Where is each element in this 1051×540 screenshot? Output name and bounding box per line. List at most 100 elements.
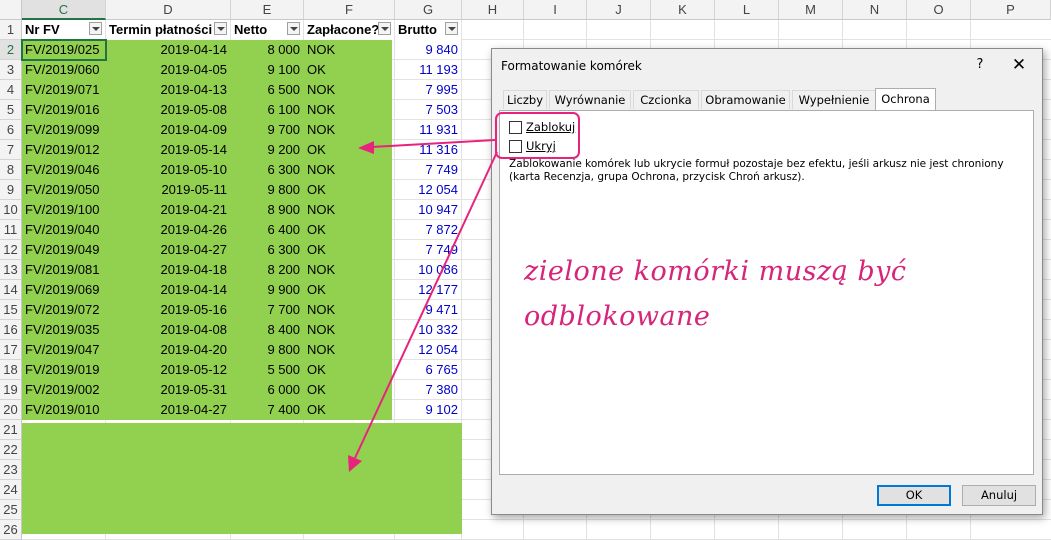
row-header-14[interactable]: 14	[0, 280, 22, 300]
cell-brutto[interactable]: 7 872	[395, 220, 462, 240]
cell-zaplacone[interactable]: OK	[304, 380, 395, 400]
filter-dropdown-icon[interactable]	[89, 22, 102, 35]
tab-wyrownanie[interactable]: Wyrównanie	[549, 90, 631, 109]
cell-termin[interactable]: 2019-04-18	[106, 260, 231, 280]
row-header-1[interactable]: 1	[0, 20, 22, 40]
tab-obramowanie[interactable]: Obramowanie	[701, 90, 790, 109]
cell-termin[interactable]: 2019-04-14	[106, 40, 231, 60]
cell-netto[interactable]: 9 100	[231, 60, 304, 80]
row-header-11[interactable]: 11	[0, 220, 22, 240]
cell-zaplacone[interactable]: NOK	[304, 260, 395, 280]
cell-termin[interactable]: 2019-05-14	[106, 140, 231, 160]
cell-netto[interactable]: 5 500	[231, 360, 304, 380]
cell-zaplacone[interactable]: OK	[304, 400, 395, 420]
row-header-19[interactable]: 19	[0, 380, 22, 400]
header-termin[interactable]: Termin płatności	[106, 20, 231, 40]
help-button[interactable]: ?	[970, 55, 990, 75]
row-header-2[interactable]: 2	[0, 40, 22, 60]
cell-brutto[interactable]: 9 840	[395, 40, 462, 60]
cell-brutto[interactable]: 12 177	[395, 280, 462, 300]
cell-brutto[interactable]: 6 765	[395, 360, 462, 380]
cell-nr-fv[interactable]: FV/2019/019	[22, 360, 106, 380]
row-header-17[interactable]: 17	[0, 340, 22, 360]
column-header-i[interactable]: I	[524, 0, 587, 20]
cell-termin[interactable]: 2019-05-31	[106, 380, 231, 400]
column-header-c[interactable]: C	[22, 0, 106, 20]
row-header-8[interactable]: 8	[0, 160, 22, 180]
cell-termin[interactable]: 2019-04-13	[106, 80, 231, 100]
select-all-corner[interactable]	[0, 0, 22, 20]
row-header-18[interactable]: 18	[0, 360, 22, 380]
cell-nr-fv[interactable]: FV/2019/010	[22, 400, 106, 420]
cell-nr-fv[interactable]: FV/2019/035	[22, 320, 106, 340]
row-header-22[interactable]: 22	[0, 440, 22, 460]
cell-netto[interactable]: 6 000	[231, 380, 304, 400]
header-zaplacone[interactable]: Zapłacone?	[304, 20, 395, 40]
cell-termin[interactable]: 2019-05-08	[106, 100, 231, 120]
column-header-d[interactable]: D	[106, 0, 231, 20]
cell-nr-fv[interactable]: FV/2019/002	[22, 380, 106, 400]
active-cell[interactable]	[21, 39, 107, 61]
row-header-5[interactable]: 5	[0, 100, 22, 120]
filter-dropdown-icon[interactable]	[445, 22, 458, 35]
cell-zaplacone[interactable]: OK	[304, 220, 395, 240]
cell-nr-fv[interactable]: FV/2019/081	[22, 260, 106, 280]
cell-termin[interactable]: 2019-04-21	[106, 200, 231, 220]
cell-nr-fv[interactable]: FV/2019/072	[22, 300, 106, 320]
cell-termin[interactable]: 2019-04-27	[106, 240, 231, 260]
cell-nr-fv[interactable]: FV/2019/060	[22, 60, 106, 80]
row-header-4[interactable]: 4	[0, 80, 22, 100]
cell-zaplacone[interactable]: OK	[304, 140, 395, 160]
cell-nr-fv[interactable]: FV/2019/046	[22, 160, 106, 180]
cell-netto[interactable]: 8 000	[231, 40, 304, 60]
column-header-m[interactable]: M	[779, 0, 843, 20]
cell-termin[interactable]: 2019-04-14	[106, 280, 231, 300]
cell-termin[interactable]: 2019-04-05	[106, 60, 231, 80]
cell-brutto[interactable]: 10 947	[395, 200, 462, 220]
cell-brutto[interactable]: 10 086	[395, 260, 462, 280]
cell-nr-fv[interactable]: FV/2019/050	[22, 180, 106, 200]
cell-zaplacone[interactable]: NOK	[304, 300, 395, 320]
row-header-24[interactable]: 24	[0, 480, 22, 500]
row-header-10[interactable]: 10	[0, 200, 22, 220]
cell-brutto[interactable]: 11 193	[395, 60, 462, 80]
column-header-j[interactable]: J	[587, 0, 651, 20]
column-header-l[interactable]: L	[715, 0, 779, 20]
cell-termin[interactable]: 2019-05-16	[106, 300, 231, 320]
cell-termin[interactable]: 2019-04-27	[106, 400, 231, 420]
cell-nr-fv[interactable]: FV/2019/047	[22, 340, 106, 360]
cell-brutto[interactable]: 7 749	[395, 160, 462, 180]
cell-netto[interactable]: 8 900	[231, 200, 304, 220]
cell-nr-fv[interactable]: FV/2019/012	[22, 140, 106, 160]
header-nr-fv[interactable]: Nr FV	[22, 20, 106, 40]
row-header-9[interactable]: 9	[0, 180, 22, 200]
cell-zaplacone[interactable]: NOK	[304, 320, 395, 340]
cell-netto[interactable]: 9 700	[231, 120, 304, 140]
cell-brutto[interactable]: 10 332	[395, 320, 462, 340]
header-brutto[interactable]: Brutto	[395, 20, 462, 40]
cell-termin[interactable]: 2019-04-09	[106, 120, 231, 140]
cell-nr-fv[interactable]: FV/2019/040	[22, 220, 106, 240]
tab-wypelnienie[interactable]: Wypełnienie	[792, 90, 876, 109]
cell-brutto[interactable]: 7 503	[395, 100, 462, 120]
cell-netto[interactable]: 7 700	[231, 300, 304, 320]
row-header-16[interactable]: 16	[0, 320, 22, 340]
cell-nr-fv[interactable]: FV/2019/100	[22, 200, 106, 220]
row-header-6[interactable]: 6	[0, 120, 22, 140]
cell-zaplacone[interactable]: OK	[304, 180, 395, 200]
column-header-k[interactable]: K	[651, 0, 715, 20]
cell-zaplacone[interactable]: NOK	[304, 40, 395, 60]
cell-zaplacone[interactable]: OK	[304, 360, 395, 380]
cell-netto[interactable]: 6 500	[231, 80, 304, 100]
column-header-e[interactable]: E	[231, 0, 304, 20]
row-header-20[interactable]: 20	[0, 400, 22, 420]
cell-zaplacone[interactable]: NOK	[304, 100, 395, 120]
cell-termin[interactable]: 2019-04-20	[106, 340, 231, 360]
tab-liczby[interactable]: Liczby	[503, 90, 547, 109]
cell-brutto[interactable]: 11 931	[395, 120, 462, 140]
tab-ochrona[interactable]: Ochrona	[875, 88, 936, 110]
cell-nr-fv[interactable]: FV/2019/099	[22, 120, 106, 140]
row-header-26[interactable]: 26	[0, 520, 22, 540]
cell-termin[interactable]: 2019-05-11	[106, 180, 231, 200]
filter-dropdown-icon[interactable]	[378, 22, 391, 35]
